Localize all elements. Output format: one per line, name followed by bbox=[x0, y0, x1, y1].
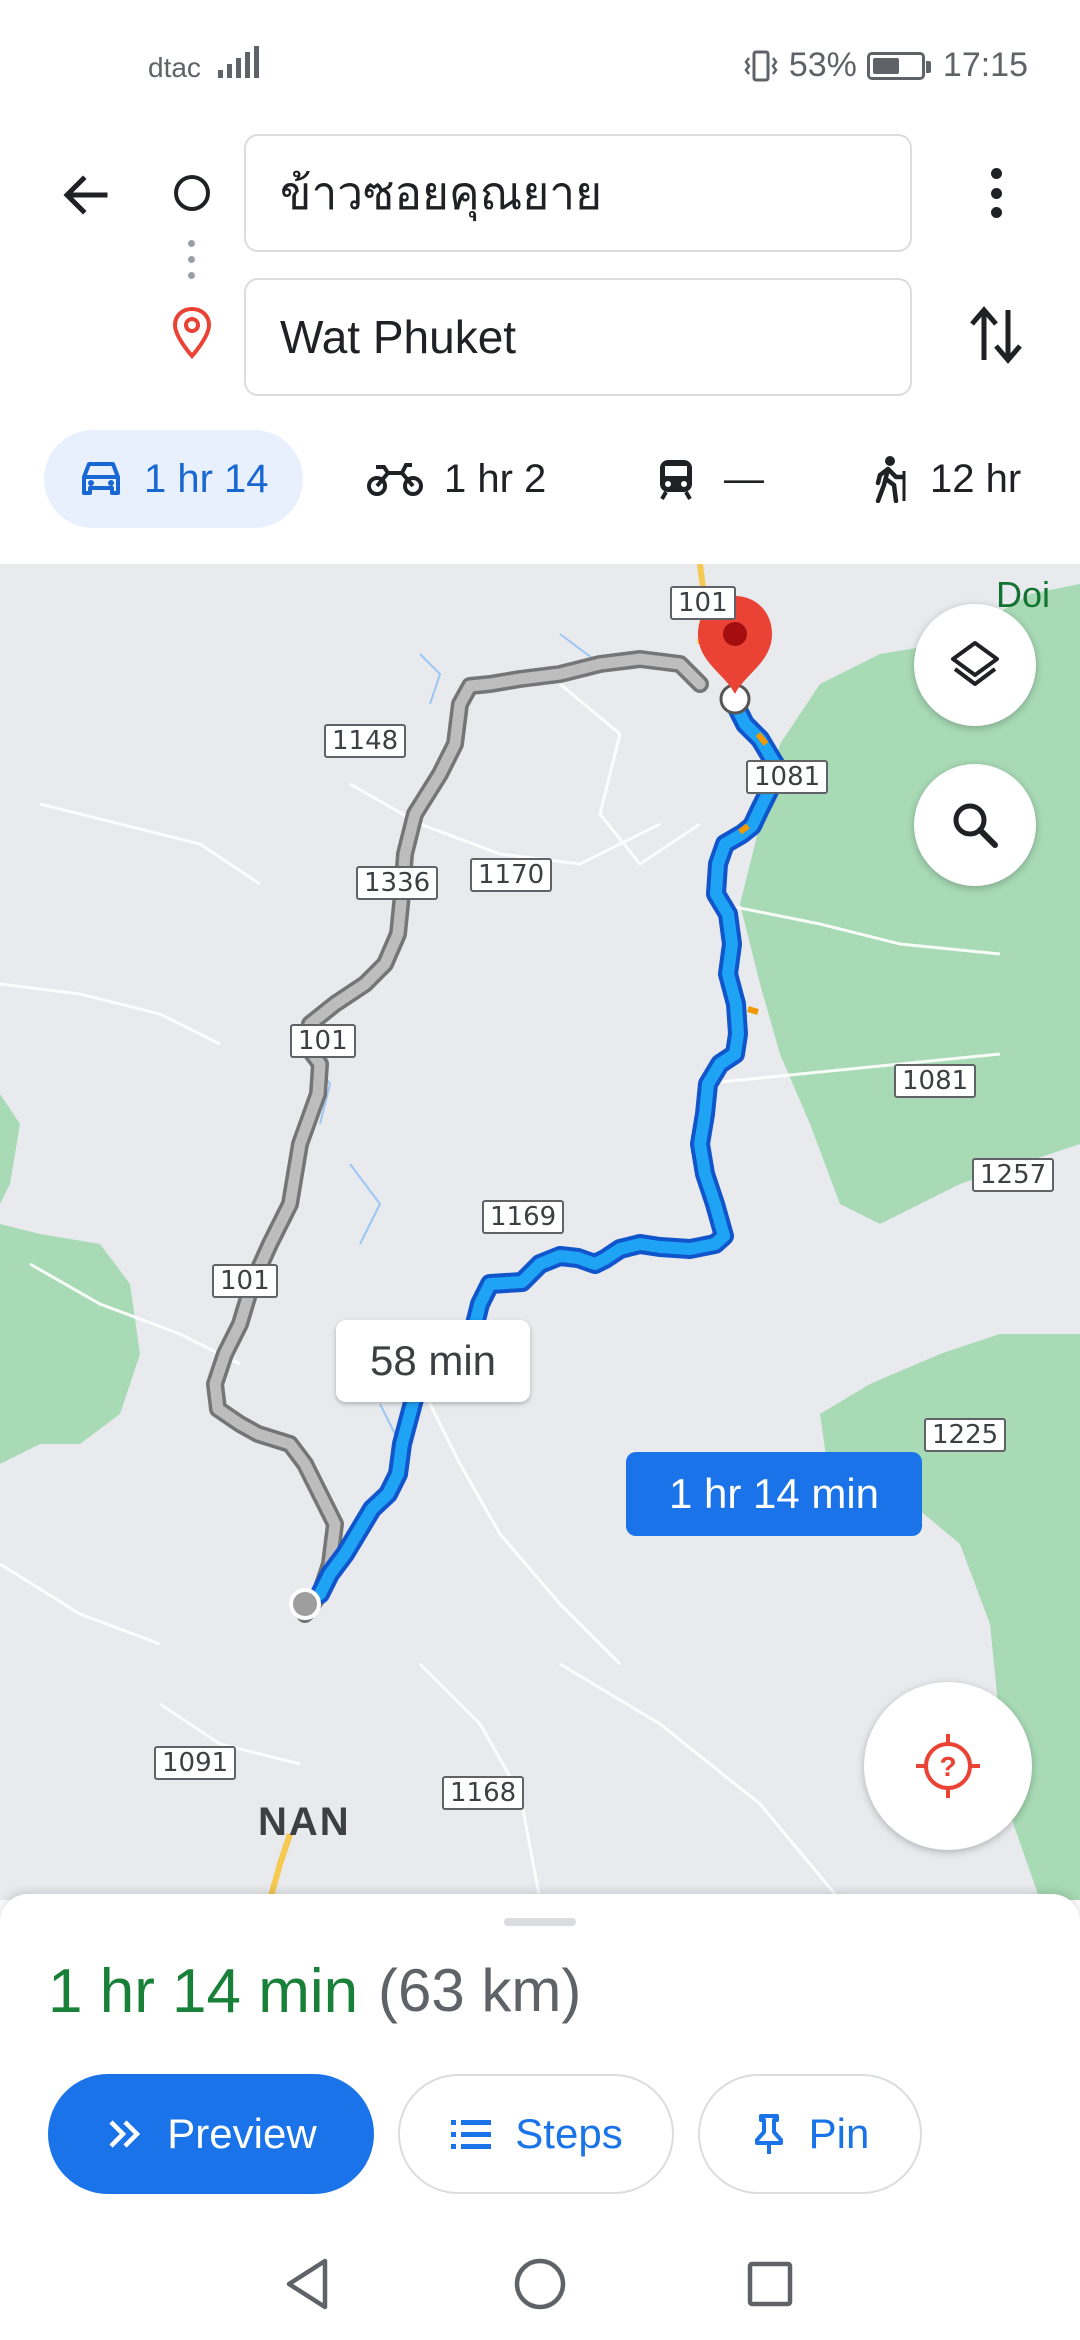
road-shield: 1225 bbox=[924, 1418, 1007, 1452]
mode-transit[interactable]: — bbox=[656, 430, 764, 528]
pin-label: Pin bbox=[808, 2110, 870, 2157]
double-chevron-icon bbox=[109, 2120, 141, 2148]
road-shield: 101 bbox=[670, 586, 736, 620]
mode-motorcycle-label: 1 hr 2 bbox=[444, 456, 547, 501]
park-area bbox=[0, 1224, 140, 1464]
walk-icon bbox=[875, 456, 906, 503]
park-area bbox=[0, 1094, 20, 1204]
preview-label: Preview bbox=[167, 2110, 317, 2157]
preview-button[interactable]: Preview bbox=[48, 2074, 374, 2194]
more-options-button[interactable] bbox=[970, 160, 1022, 226]
road-shield: 1170 bbox=[470, 858, 553, 892]
svg-text:?: ? bbox=[939, 1751, 956, 1782]
road-shield: 1168 bbox=[442, 1776, 525, 1810]
motorcycle-icon bbox=[367, 463, 423, 496]
mode-motorcycle[interactable]: 1 hr 2 bbox=[366, 430, 546, 528]
signal-icon bbox=[218, 44, 259, 78]
status-bar: dtac 53% 17:15 bbox=[0, 0, 1080, 130]
road-shield: 1148 bbox=[324, 724, 407, 758]
battery-icon bbox=[866, 51, 931, 80]
nav-home-button[interactable] bbox=[508, 2252, 572, 2316]
route-duration: 1 hr 14 min bbox=[48, 1957, 359, 2026]
search-icon bbox=[953, 803, 998, 848]
drag-handle[interactable] bbox=[504, 1918, 576, 1926]
road-shield: 101 bbox=[212, 1264, 278, 1298]
route-distance: (63 km) bbox=[378, 1957, 582, 2024]
mode-transit-label: — bbox=[724, 456, 764, 501]
vibrate-icon bbox=[744, 50, 778, 81]
arrow-back-icon bbox=[63, 175, 108, 215]
alt-route-time[interactable]: 58 min bbox=[336, 1320, 530, 1402]
back-button[interactable] bbox=[50, 160, 120, 230]
steps-label: Steps bbox=[515, 2110, 623, 2157]
origin-marker bbox=[289, 1588, 321, 1620]
transit-icon bbox=[660, 460, 692, 500]
main-route-time[interactable]: 1 hr 14 min bbox=[626, 1452, 922, 1536]
road-shield: 1336 bbox=[356, 866, 439, 900]
origin-circle-icon bbox=[174, 175, 210, 211]
square-recents-icon bbox=[747, 2261, 793, 2307]
nav-recents-button[interactable] bbox=[738, 2252, 802, 2316]
swap-directions-button[interactable] bbox=[964, 300, 1028, 370]
location-unknown-icon: ? bbox=[916, 1734, 980, 1798]
road-shield: 1169 bbox=[482, 1200, 565, 1234]
destination-pin-icon bbox=[172, 306, 212, 359]
mode-drive[interactable]: 1 hr 14 bbox=[44, 430, 303, 528]
pin-button[interactable]: Pin bbox=[698, 2074, 922, 2194]
search-along-route-button[interactable] bbox=[914, 764, 1036, 886]
layers-icon bbox=[951, 641, 999, 686]
mode-walk-label: 12 hr bbox=[930, 456, 1022, 501]
road-shield: 1257 bbox=[972, 1158, 1055, 1192]
mode-walk[interactable]: 12 hr bbox=[870, 430, 1021, 528]
nav-back-button[interactable] bbox=[276, 2252, 340, 2316]
mode-drive-label: 1 hr 14 bbox=[144, 456, 269, 501]
status-right: 53% 17:15 bbox=[743, 46, 1028, 85]
steps-button[interactable]: Steps bbox=[398, 2074, 674, 2194]
list-icon bbox=[451, 2120, 492, 2149]
origin-field[interactable]: ข้าวซอยคุณยาย bbox=[244, 134, 912, 252]
road-shield: 1081 bbox=[894, 1064, 977, 1098]
road-shield: 101 bbox=[290, 1024, 356, 1058]
circle-home-icon bbox=[514, 2258, 566, 2310]
car-icon bbox=[82, 462, 120, 495]
pushpin-icon bbox=[754, 2114, 783, 2154]
battery-percent: 53% bbox=[788, 46, 857, 84]
route-dots-icon bbox=[188, 240, 196, 280]
map[interactable]: 101 1148 1336 1170 1081 101 1081 1257 11… bbox=[0, 564, 1080, 1900]
layers-button[interactable] bbox=[914, 604, 1036, 726]
town-label: NAN bbox=[258, 1800, 351, 1844]
road-shield: 1091 bbox=[154, 1746, 237, 1780]
system-nav-bar bbox=[0, 2230, 1080, 2340]
destination-field[interactable]: Wat Phuket bbox=[244, 278, 912, 396]
travel-modes: 1 hr 14 1 hr 2 — 12 hr bbox=[0, 430, 1080, 530]
my-location-button[interactable]: ? bbox=[864, 1682, 1032, 1850]
carrier-name: dtac bbox=[148, 52, 201, 83]
triangle-back-icon bbox=[286, 2258, 328, 2310]
road-shield: 1081 bbox=[746, 760, 829, 794]
clock: 17:15 bbox=[942, 46, 1028, 84]
